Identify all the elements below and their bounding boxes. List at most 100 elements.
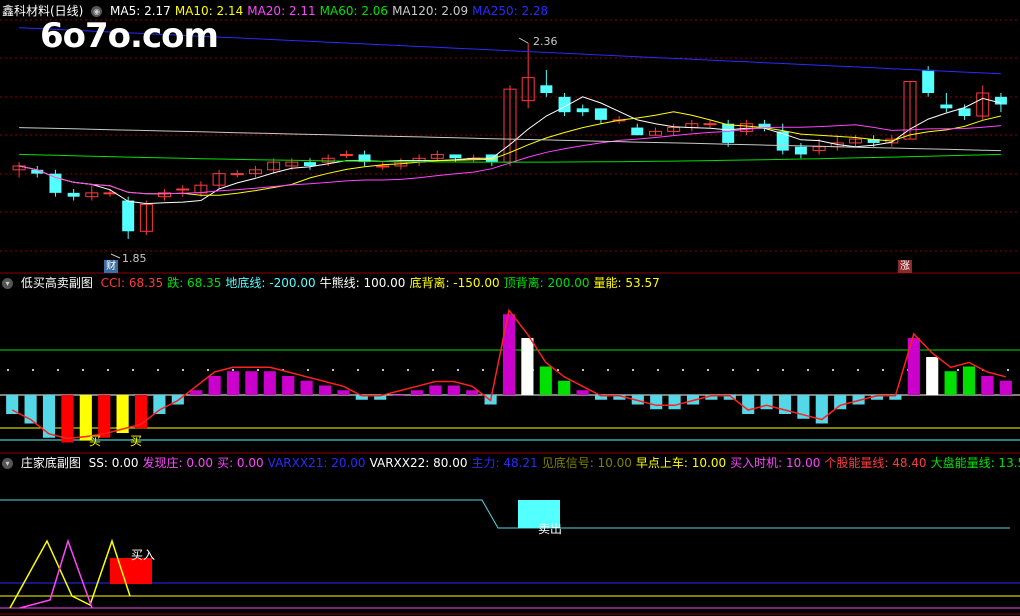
candle-body-down [940,104,953,109]
bull-bear-dot [7,369,9,371]
candle-body-down [67,192,80,197]
candle-body-down [594,108,607,120]
bull-bear-dot [307,369,309,371]
chart-canvas[interactable] [0,0,1020,616]
bull-bear-dot [957,369,959,371]
bull-bear-dot [807,369,809,371]
buy-signal-label-2: 买 [130,434,143,448]
panel2-bar [558,380,571,395]
low-price-label: 1.85 [122,252,147,265]
candle-body-down [922,69,935,93]
bull-bear-dot [682,369,684,371]
main-indicator-4: MA120: 2.09 [392,4,469,18]
panel2-bar [944,371,957,395]
bull-bear-dot [832,369,834,371]
panel2-bar [392,395,405,396]
panel3-indicator-7: 早点上车: 10.00 [635,456,727,470]
bull-bear-dot [582,369,584,371]
main-panel-header: 鑫科材料(日线) ◉ MA5: 2.17 MA10: 2.14 MA20: 2.11… [2,3,556,19]
panel2-bar [650,395,663,410]
panel2-menu-icon[interactable]: ▾ [2,278,13,289]
panel2-bar [190,390,203,395]
panel2-bar [539,366,552,395]
low-marker [110,253,121,259]
bull-bear-dot [657,369,659,371]
panel3-indicator-5: 主力: 48.21 [471,456,538,470]
rise-badge[interactable]: 涨 [898,260,912,273]
panel2-header: ▾ 低买高卖副图 CCI: 68.35 跌: 68.35 地底线: -200.00 牛… [2,275,668,291]
bull-bear-dot [132,369,134,371]
panel2-bar [300,380,313,395]
panel2-bar [521,338,534,395]
main-indicator-0: MA5: 2.17 [110,4,171,18]
panel3-indicator-0: SS: 0.00 [88,456,139,470]
settings-circle-icon[interactable]: ◉ [91,6,103,17]
finance-badge[interactable]: 财 [104,260,118,273]
candle-body-down [449,154,462,159]
stock-title[interactable]: 鑫科材料(日线) [2,4,83,18]
candle-body-down [631,127,644,136]
panel2-bar [318,385,332,395]
panel2-bar [337,390,350,395]
panel2-title[interactable]: 低买高卖副图 [21,276,93,290]
bull-bear-dot [232,369,234,371]
panel2-indicator-2: 地底线: -200.00 [225,276,316,290]
bull-bear-dot [632,369,634,371]
panel3-indicator-4: VARXX22: 80.00 [369,456,468,470]
panel2-bar [502,314,516,395]
candle-body-up [339,153,353,156]
bull-bear-dot [732,369,734,371]
candle-body-down [776,131,789,151]
panel2-indicator-6: 量能: 53.57 [593,276,660,290]
panel2-indicator-3: 牛熊线: 100.00 [319,276,406,290]
bull-bear-dot [382,369,384,371]
main-indicator-5: MA250: 2.28 [472,4,549,18]
panel3-indicator-8: 买入时机: 10.00 [730,456,821,470]
panel2-bar [134,395,148,429]
bull-bear-dot [157,369,159,371]
panel2-bar [226,371,240,395]
panel2-indicator-1: 跌: 68.35 [167,276,222,290]
panel2-bar [61,395,74,443]
panel3-indicator-1: 发现庄: 0.00 [142,456,214,470]
bull-bear-dot [332,369,334,371]
high-marker [518,37,529,44]
bull-bear-dot [432,369,434,371]
panel2-indicator-0: CCI: 68.35 [100,276,164,290]
candle-body-up [230,173,244,176]
candle-body-up [176,188,190,191]
sell-signal-label: 卖出 [538,522,563,536]
bull-bear-dot [707,369,709,371]
panel3-indicator-10: 大盘能量线: 13.58 [930,456,1020,470]
stock-chart-window[interactable]: 6o7o.com 鑫科材料(日线) ◉ MA5: 2.17 MA10: 2.14 M… [0,0,1020,616]
bull-bear-dot [407,369,409,371]
panel2-bar [282,376,295,395]
panel2-bar [999,380,1012,395]
bull-bear-dot [607,369,609,371]
candle-body-down [49,173,62,193]
candle-body-down [122,200,135,232]
zhuang-signal-peak [19,538,93,609]
bull-bear-dot [457,369,459,371]
bull-bear-dot [57,369,59,371]
panel3-indicator-2: 买: 0.00 [217,456,264,470]
main-indicator-2: MA20: 2.11 [247,4,316,18]
panel2-bar [576,390,589,395]
panel2-bar [245,371,258,395]
bull-bear-dot [782,369,784,371]
panel2-bar [834,395,847,410]
panel2-bar [429,385,442,395]
panel2-bar [410,390,424,395]
candle-body-down [958,108,971,117]
panel2-bar [981,376,994,395]
candle-body-down [540,85,553,93]
bull-bear-dot [207,369,209,371]
panel2-bar [668,395,681,410]
panel2-bar [926,357,939,395]
panel2-bar [742,395,755,414]
main-indicator-1: MA10: 2.14 [174,4,244,18]
panel3-title[interactable]: 庄家底副图 [21,456,81,470]
panel3-menu-icon[interactable]: ▾ [2,458,13,469]
bull-bear-dot [357,369,359,371]
bull-bear-dot [482,369,484,371]
